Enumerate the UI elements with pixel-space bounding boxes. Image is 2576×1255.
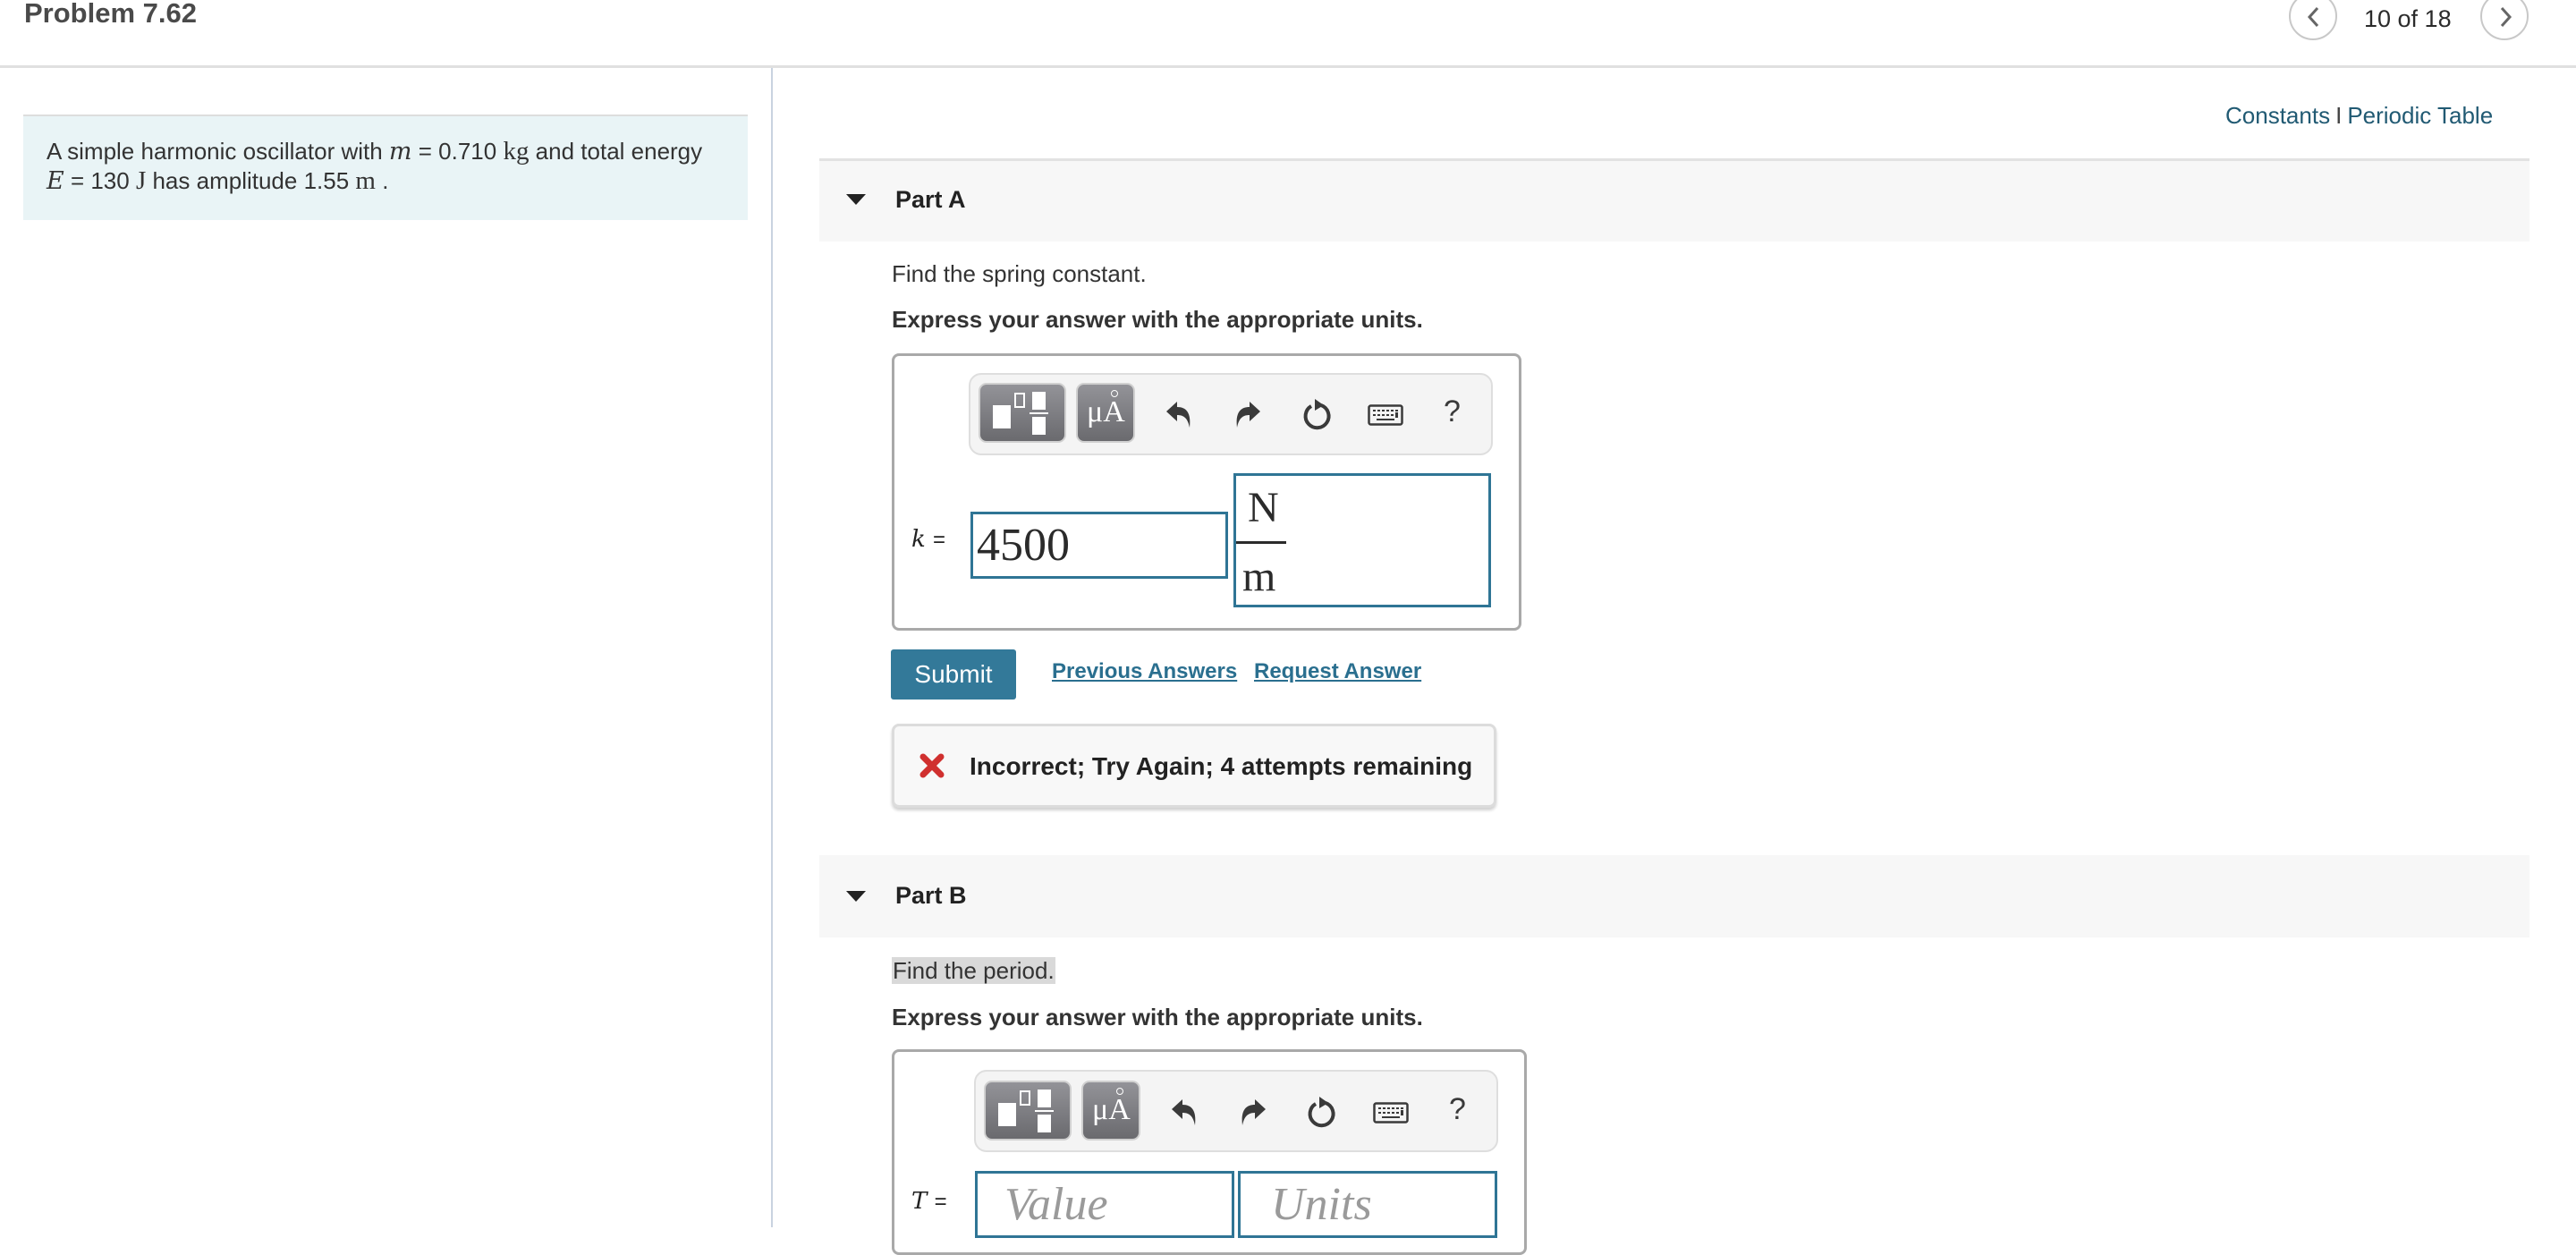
fraction-bar: [1236, 541, 1286, 544]
angstrom-ring: [1116, 1088, 1123, 1095]
constants-link[interactable]: Constants: [2225, 102, 2330, 129]
part-b-value-input[interactable]: [975, 1171, 1234, 1238]
highlighted-question: Find the period.: [892, 957, 1055, 984]
help-button[interactable]: ?: [1444, 394, 1461, 429]
unit-numerator: N: [1248, 484, 1279, 531]
equals-sign: =: [934, 1190, 947, 1214]
reset-icon: [1308, 1097, 1335, 1128]
part-b-header[interactable]: Part B: [819, 855, 2529, 937]
keyboard-button[interactable]: [1373, 1102, 1409, 1128]
redo-icon: [1236, 402, 1260, 428]
fraction-templates-icon: [998, 1090, 1054, 1132]
part-a-header[interactable]: Part A: [819, 158, 2529, 242]
part-b-title: Part B: [895, 882, 967, 909]
collapse-triangle-icon[interactable]: [846, 194, 866, 205]
undo-button[interactable]: [1165, 401, 1193, 436]
energy-variable: E: [47, 167, 64, 195]
reset-button[interactable]: [1307, 1095, 1337, 1133]
angstrom-ring: [1111, 390, 1118, 397]
previous-answers-link[interactable]: Previous Answers: [1052, 659, 1237, 684]
keyboard-button[interactable]: [1368, 404, 1403, 430]
chevron-right-icon: [2500, 6, 2512, 28]
keyboard-icon: [1368, 404, 1403, 426]
link-separator: I: [2335, 102, 2343, 129]
part-a-question: Find the spring constant.: [892, 260, 1147, 287]
problem-statement: A simple harmonic oscillator with m = 0.…: [47, 137, 744, 196]
k-variable: k: [911, 526, 926, 553]
mass-unit: kg: [503, 137, 530, 165]
panel-divider[interactable]: [771, 68, 773, 1227]
problem-position: 10 of 18: [2364, 5, 2452, 32]
mu-angstrom-icon: μA: [1092, 1093, 1131, 1126]
statement-text: and total energy: [529, 138, 703, 165]
statement-text: .: [375, 167, 389, 194]
statement-text: = 130: [64, 167, 136, 194]
templates-button[interactable]: [984, 1081, 1072, 1141]
request-answer-link[interactable]: Request Answer: [1254, 659, 1421, 684]
symbols-button[interactable]: μA: [1081, 1081, 1140, 1141]
part-b-instruction: Express your answer with the appropriate…: [892, 1004, 1423, 1030]
undo-icon: [1166, 402, 1191, 428]
part-b-units-input[interactable]: [1238, 1171, 1497, 1238]
k-label: k =: [911, 526, 945, 553]
redo-icon: [1241, 1099, 1266, 1125]
feedback-text: Incorrect; Try Again; 4 attempts remaini…: [970, 752, 1473, 780]
problem-title: Problem 7.62: [24, 0, 197, 29]
keyboard-icon: [1373, 1102, 1409, 1124]
collapse-triangle-icon[interactable]: [846, 891, 866, 902]
fraction-templates-icon: [993, 392, 1048, 435]
header-divider: [0, 65, 2576, 68]
reset-icon: [1303, 399, 1331, 430]
symbols-button[interactable]: μA: [1076, 383, 1135, 443]
incorrect-x-icon: [919, 753, 945, 778]
reset-button[interactable]: [1302, 397, 1333, 436]
statement-text: = 0.710: [411, 138, 504, 165]
unit-denominator: m: [1242, 553, 1276, 600]
redo-button[interactable]: [1233, 401, 1262, 436]
part-a-title: Part A: [895, 186, 966, 213]
previous-problem-button[interactable]: [2289, 0, 2337, 40]
undo-icon: [1172, 1099, 1196, 1125]
periodic-table-link[interactable]: Periodic Table: [2347, 102, 2493, 129]
submit-button[interactable]: Submit: [891, 649, 1016, 700]
part-a-value-input[interactable]: [970, 512, 1228, 579]
next-problem-button[interactable]: [2480, 0, 2529, 40]
t-label: T =: [911, 1188, 947, 1215]
mu-angstrom-icon: μA: [1087, 395, 1125, 428]
chevron-left-icon: [2307, 6, 2319, 28]
t-variable: T: [911, 1188, 928, 1215]
equals-sign: =: [933, 528, 946, 552]
undo-button[interactable]: [1170, 1098, 1199, 1133]
statement-text: A simple harmonic oscillator with: [47, 138, 389, 165]
templates-button[interactable]: [979, 383, 1066, 443]
part-a-units-input[interactable]: N m: [1233, 473, 1491, 607]
statement-text: has amplitude 1.55: [146, 167, 356, 194]
help-button[interactable]: ?: [1449, 1092, 1466, 1127]
energy-unit: J: [135, 166, 147, 195]
feedback-message: Incorrect; Try Again; 4 attempts remaini…: [892, 724, 1496, 808]
mass-variable: m: [388, 138, 412, 165]
resource-links: Constants I Periodic Table: [2225, 102, 2493, 130]
part-b-question: Find the period.: [892, 957, 1055, 985]
part-a-instruction: Express your answer with the appropriate…: [892, 306, 1423, 333]
amplitude-unit: m: [355, 166, 376, 195]
redo-button[interactable]: [1239, 1098, 1267, 1133]
